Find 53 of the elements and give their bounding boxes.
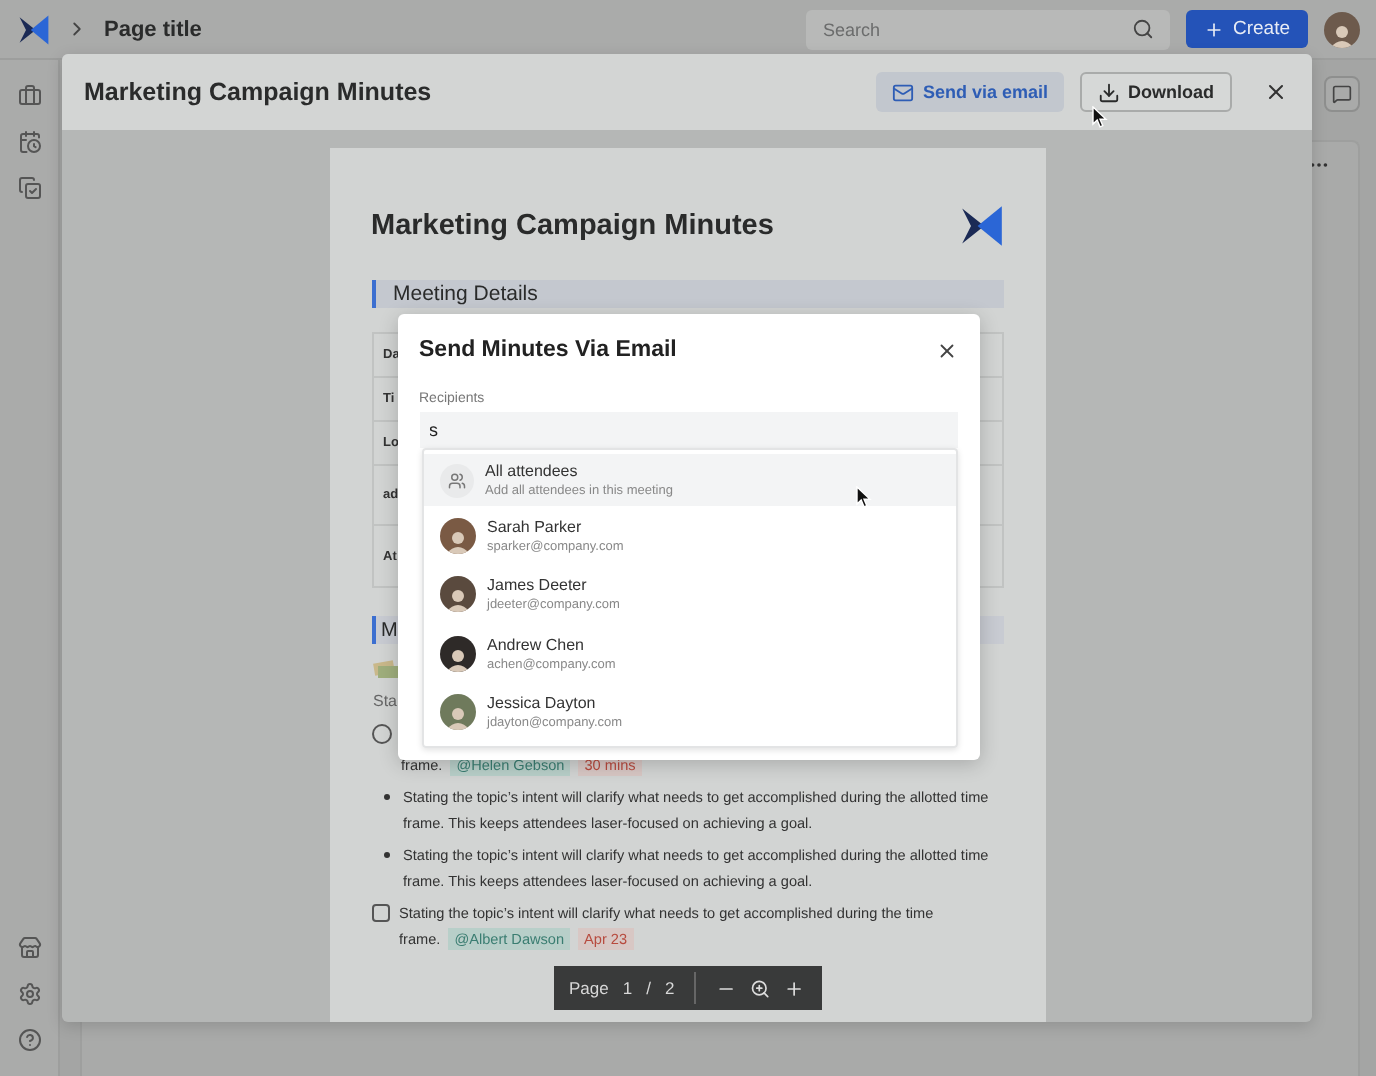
- page-number: 1: [622, 978, 633, 998]
- avatar: [439, 517, 475, 554]
- search-field[interactable]: Search: [806, 9, 1171, 49]
- create-button[interactable]: Create: [1186, 10, 1308, 48]
- recipient-name: Sarah Parker: [487, 517, 584, 536]
- plus-icon: [1204, 19, 1225, 39]
- radio-button[interactable]: [371, 724, 391, 744]
- chat-icon: [1332, 84, 1352, 104]
- page-total: 2: [664, 978, 675, 998]
- download-button[interactable]: Download: [1080, 72, 1232, 112]
- modal-title: Marketing Campaign Minutes: [84, 78, 434, 106]
- search-icon: [1132, 17, 1155, 39]
- page-separator: /: [646, 978, 651, 998]
- avatar: [439, 576, 475, 613]
- document-title: Marketing Campaign Minutes: [371, 210, 774, 242]
- send-email-button[interactable]: Send via email: [876, 72, 1064, 112]
- zoom-in-icon[interactable]: [750, 977, 771, 999]
- chat-button[interactable]: [1324, 76, 1360, 112]
- store-icon[interactable]: [17, 936, 41, 960]
- recipient-name: All attendees: [485, 462, 580, 480]
- user-avatar[interactable]: [1324, 11, 1360, 47]
- help-icon[interactable]: [17, 1028, 41, 1052]
- mouse-pointer-icon: [1092, 106, 1108, 128]
- checkbox[interactable]: [371, 904, 389, 922]
- banknote-icon: [371, 660, 399, 680]
- recipient-name: Andrew Chen: [487, 635, 586, 654]
- mouse-pointer-icon: [856, 486, 872, 508]
- bullet-icon: [383, 852, 389, 858]
- close-button[interactable]: [935, 339, 957, 361]
- download-icon: [1098, 81, 1120, 103]
- checklist-icon[interactable]: [17, 176, 41, 200]
- briefcase-icon[interactable]: [17, 84, 41, 108]
- close-icon: [1264, 80, 1288, 104]
- page-title: Page title: [104, 17, 204, 41]
- users-glyph-icon: [447, 471, 465, 489]
- close-icon: [935, 339, 957, 361]
- logo-icon: [959, 204, 1003, 248]
- bullet-icon: [383, 794, 389, 800]
- avatar: [439, 694, 475, 731]
- recipient-name: Jessica Dayton: [487, 694, 598, 713]
- avatar: [439, 635, 475, 672]
- mail-icon: [892, 81, 915, 103]
- logo-icon[interactable]: [18, 13, 50, 45]
- calendar-icon[interactable]: [17, 130, 41, 154]
- settings-icon[interactable]: [17, 982, 41, 1006]
- recipient-name: James Deeter: [487, 576, 589, 595]
- plus-icon[interactable]: [784, 977, 805, 999]
- close-button[interactable]: [1264, 80, 1288, 104]
- section-heading: Meeting Details: [371, 280, 1003, 308]
- dialog-title: Send Minutes Via Email: [419, 338, 677, 362]
- status-label: Sta: [371, 692, 398, 710]
- recipients-field[interactable]: s: [419, 412, 957, 448]
- page-label: Page: [569, 978, 609, 998]
